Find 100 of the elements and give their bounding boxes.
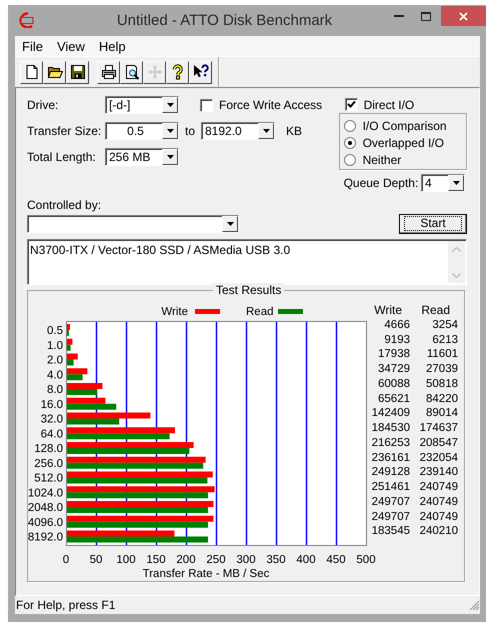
menu-item[interactable]: View (56, 38, 92, 54)
toolbar-button[interactable] (20, 60, 43, 84)
table-cell-text: 216253 (370, 436, 410, 450)
table-cell-text: 239140 (418, 465, 458, 480)
minimize-icon (394, 15, 404, 17)
table-cell-text: 184530 (370, 421, 410, 436)
four-way-arrow-icon (146, 64, 162, 80)
table-cell-text: 236161 (370, 450, 410, 466)
field-label: to (185, 124, 195, 138)
field-label: Total Length: (27, 150, 97, 164)
toolbar-button[interactable] (66, 60, 89, 84)
table-cell-text: 6213 (431, 332, 458, 348)
table-cell-text: 142409 (370, 406, 410, 421)
folder-icon (46, 64, 62, 80)
table-cell-text: 240749 (418, 480, 458, 495)
toolbar-button[interactable] (43, 60, 66, 84)
radio-button[interactable] (344, 120, 356, 132)
tick-label: 250 (206, 554, 226, 566)
column-header: Write (373, 303, 403, 318)
table-cell-text: 183545 (370, 524, 410, 539)
axis-label: 1.0 (47, 340, 63, 352)
table-cell-text: 4666 (383, 318, 410, 332)
controlled-by-dropdown[interactable] (27, 214, 239, 232)
table-cell-text: 208547 (418, 436, 458, 450)
transfer-size-dropdown[interactable]: 8192.0 (201, 122, 275, 140)
table-cell-text: 84220 (425, 392, 458, 406)
table-cell-text: 240749 (418, 510, 458, 524)
axis-label: 2048.0 (28, 502, 63, 514)
table-cell-text: 17938 (377, 347, 410, 362)
magnifier-page-icon (124, 64, 140, 80)
dropdown-button[interactable] (162, 149, 178, 165)
radio-button[interactable] (344, 154, 356, 166)
dropdown-button[interactable] (258, 123, 274, 139)
tick-label: 200 (176, 554, 196, 566)
dropdown-button[interactable] (222, 216, 238, 232)
toolbar-button[interactable] (120, 60, 143, 84)
toolbar-button[interactable] (97, 60, 120, 84)
close-icon (459, 12, 468, 20)
chevron-down-icon (452, 273, 461, 278)
close-button[interactable] (441, 6, 486, 26)
caret-icon (452, 181, 460, 185)
dropdown-button[interactable] (162, 97, 178, 113)
column-header: Read (420, 303, 451, 318)
start-button[interactable]: Start (399, 214, 467, 234)
tick-label: 50 (90, 554, 102, 566)
table-cell-text: 249128 (370, 465, 410, 480)
radio-label: Overlapped I/O (362, 136, 444, 150)
caret-icon (166, 103, 174, 107)
radio-button[interactable] (344, 136, 356, 148)
legend-label: Read (246, 306, 274, 318)
maximize-icon (420, 12, 430, 20)
table-cell-text: 3254 (431, 318, 458, 332)
status-text: For Help, press F1 (16, 598, 116, 612)
pointer-question-icon (192, 64, 208, 80)
axis-label: 32.0 (40, 414, 63, 426)
axis-label: 64.0 (40, 428, 63, 440)
tick-label: 150 (146, 554, 166, 566)
tick-label: 500 (356, 554, 376, 566)
axis-label: 4096.0 (28, 516, 63, 529)
checkbox-label: Force Write Access (219, 98, 322, 112)
toolbar-button[interactable] (189, 60, 212, 84)
axis-label: 512.0 (34, 472, 63, 484)
printer-icon (100, 64, 116, 80)
field-label: Controlled by: (27, 198, 102, 212)
caret-icon (166, 129, 174, 133)
axis-label: 8192.0 (28, 532, 63, 544)
table-cell-text: 65621 (377, 392, 410, 406)
tick-label: 100 (116, 554, 136, 566)
table-cell-text: 27039 (425, 362, 458, 377)
table-cell-text: 251461 (370, 480, 410, 495)
total-length-dropdown[interactable]: 256 MB (105, 148, 179, 166)
dropdown-button[interactable] (162, 123, 178, 139)
legend-label: Write (161, 306, 188, 318)
window-title: Untitled - ATTO Disk Benchmark (116, 11, 334, 29)
axis-label: 128.0 (34, 443, 63, 455)
checkbox[interactable] (200, 98, 213, 112)
description-field[interactable]: N3700-ITX / Vector-180 SSD / ASMedia USB 3.0 (27, 239, 467, 285)
table-cell-text: 240210 (418, 524, 458, 539)
tick-label: 450 (326, 554, 346, 566)
menu-item[interactable]: Help (98, 38, 133, 54)
radio-label: Neither (362, 152, 402, 166)
tick-label: 350 (266, 554, 286, 566)
axis-label: 16.0 (40, 398, 63, 411)
checkbox[interactable] (344, 98, 358, 111)
menu-item[interactable]: File (21, 38, 50, 54)
tick-label: 300 (236, 554, 256, 566)
table-cell-text: 60088 (377, 376, 410, 392)
queue-depth-dropdown[interactable]: 4 (421, 174, 465, 192)
table-cell-text: 11601 (426, 347, 458, 362)
dropdown-button[interactable] (448, 175, 464, 191)
document-icon (24, 64, 40, 80)
caret-icon (226, 222, 234, 226)
transfer-size-dropdown[interactable]: 0.5 (105, 122, 179, 140)
toolbar-button[interactable] (166, 60, 189, 84)
chevron-up-icon (452, 247, 461, 252)
table-cell-text: 249707 (370, 494, 410, 510)
axis-label: 256.0 (34, 458, 63, 470)
drive-dropdown[interactable]: [-d-] (105, 96, 179, 114)
field-label: Queue Depth: (344, 176, 418, 190)
checkbox-label: Direct I/O (364, 98, 414, 112)
